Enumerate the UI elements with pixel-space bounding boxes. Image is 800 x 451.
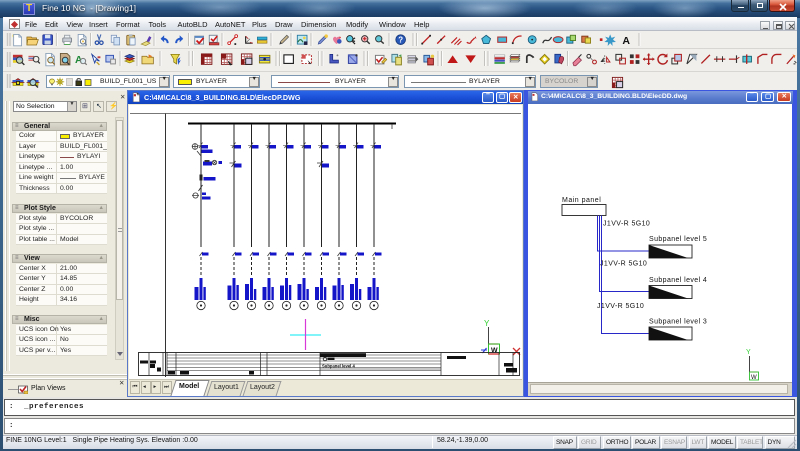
svg-text:J1VV-R 5G10: J1VV-R 5G10 bbox=[600, 261, 647, 268]
svg-text:Subpanel level 4: Subpanel level 4 bbox=[649, 277, 707, 284]
svg-text:J1VV-R 5G10: J1VV-R 5G10 bbox=[597, 303, 644, 310]
svg-text:Subpanel level 3: Subpanel level 3 bbox=[649, 319, 707, 326]
svg-text:W: W bbox=[751, 375, 757, 381]
svg-text:Y: Y bbox=[746, 349, 751, 356]
svg-text:Y: Y bbox=[484, 319, 490, 328]
svg-text:J1VV-R 5G10: J1VV-R 5G10 bbox=[603, 221, 650, 228]
svg-text:Subpanel level 5: Subpanel level 5 bbox=[649, 236, 707, 243]
svg-text:Subpanel level 4: Subpanel level 4 bbox=[322, 364, 355, 369]
svg-text:Main panel: Main panel bbox=[562, 197, 601, 204]
